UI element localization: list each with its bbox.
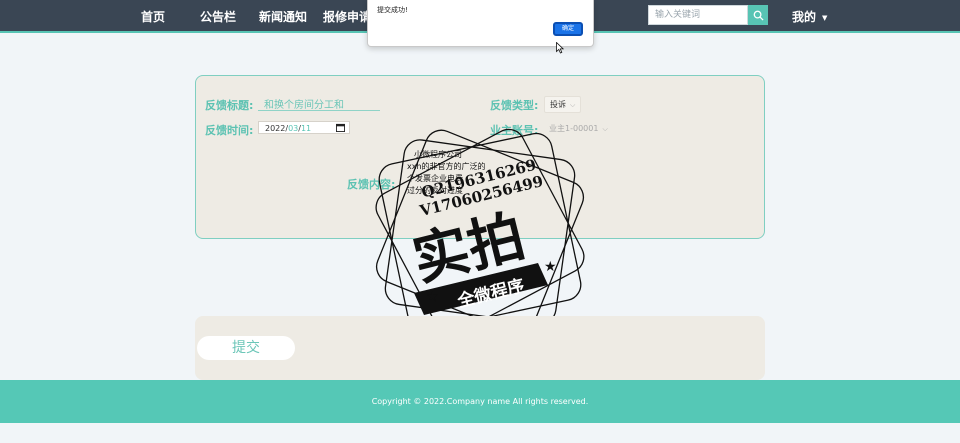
user-menu[interactable]: 我的 ▼: [792, 8, 827, 25]
nav-item-repair[interactable]: 报修申请: [323, 8, 371, 25]
user-menu-label: 我的: [792, 10, 817, 24]
watermark-stamp: 小微程序公司 xxh的非官方的广泛的 个发票企业电费 过分的反对过度 Q2196…: [375, 128, 585, 336]
feedback-type-value: 投诉: [550, 100, 566, 109]
feedback-title-input[interactable]: 和换个房间分工和: [258, 96, 380, 111]
nav-item-news[interactable]: 新闻通知: [259, 8, 307, 25]
search-input[interactable]: 输入关键词: [648, 5, 748, 25]
search-button[interactable]: [748, 5, 768, 25]
feedback-date-input[interactable]: 2022/03/11: [258, 121, 350, 134]
chevron-down-icon: ⌵: [570, 101, 576, 109]
star-icon: ★: [544, 259, 557, 275]
chevron-down-icon: ▼: [822, 14, 828, 22]
nav-item-bulletin[interactable]: 公告栏: [200, 8, 236, 25]
feedback-type-label: 反馈类型:: [490, 99, 539, 112]
submit-button[interactable]: 提交: [197, 336, 295, 360]
footer-copyright: Copyright © 2022.Company name All rights…: [0, 380, 960, 423]
alert-ok-button[interactable]: 确定: [553, 22, 583, 36]
date-year: 2022: [265, 124, 286, 133]
date-day: 11: [300, 124, 312, 133]
calendar-icon[interactable]: [336, 123, 345, 132]
feedback-time-label: 反馈时间:: [205, 124, 254, 137]
feedback-type-select[interactable]: 投诉 ⌵: [544, 96, 582, 113]
watermark-line1: 小微程序公司: [414, 149, 462, 159]
search-icon: [753, 10, 764, 21]
date-month: 03: [288, 124, 299, 133]
alert-dialog: 提交成功! 确定: [367, 0, 594, 47]
chevron-down-icon: ⌵: [602, 125, 608, 133]
star-icon: ★: [426, 289, 439, 305]
watermark-line2: xxh的非官方的广泛的: [407, 161, 486, 171]
nav-item-home[interactable]: 首页: [141, 8, 165, 25]
feedback-title-label: 反馈标题:: [205, 99, 254, 112]
mouse-cursor-icon: [556, 42, 564, 54]
alert-message: 提交成功!: [377, 6, 408, 14]
